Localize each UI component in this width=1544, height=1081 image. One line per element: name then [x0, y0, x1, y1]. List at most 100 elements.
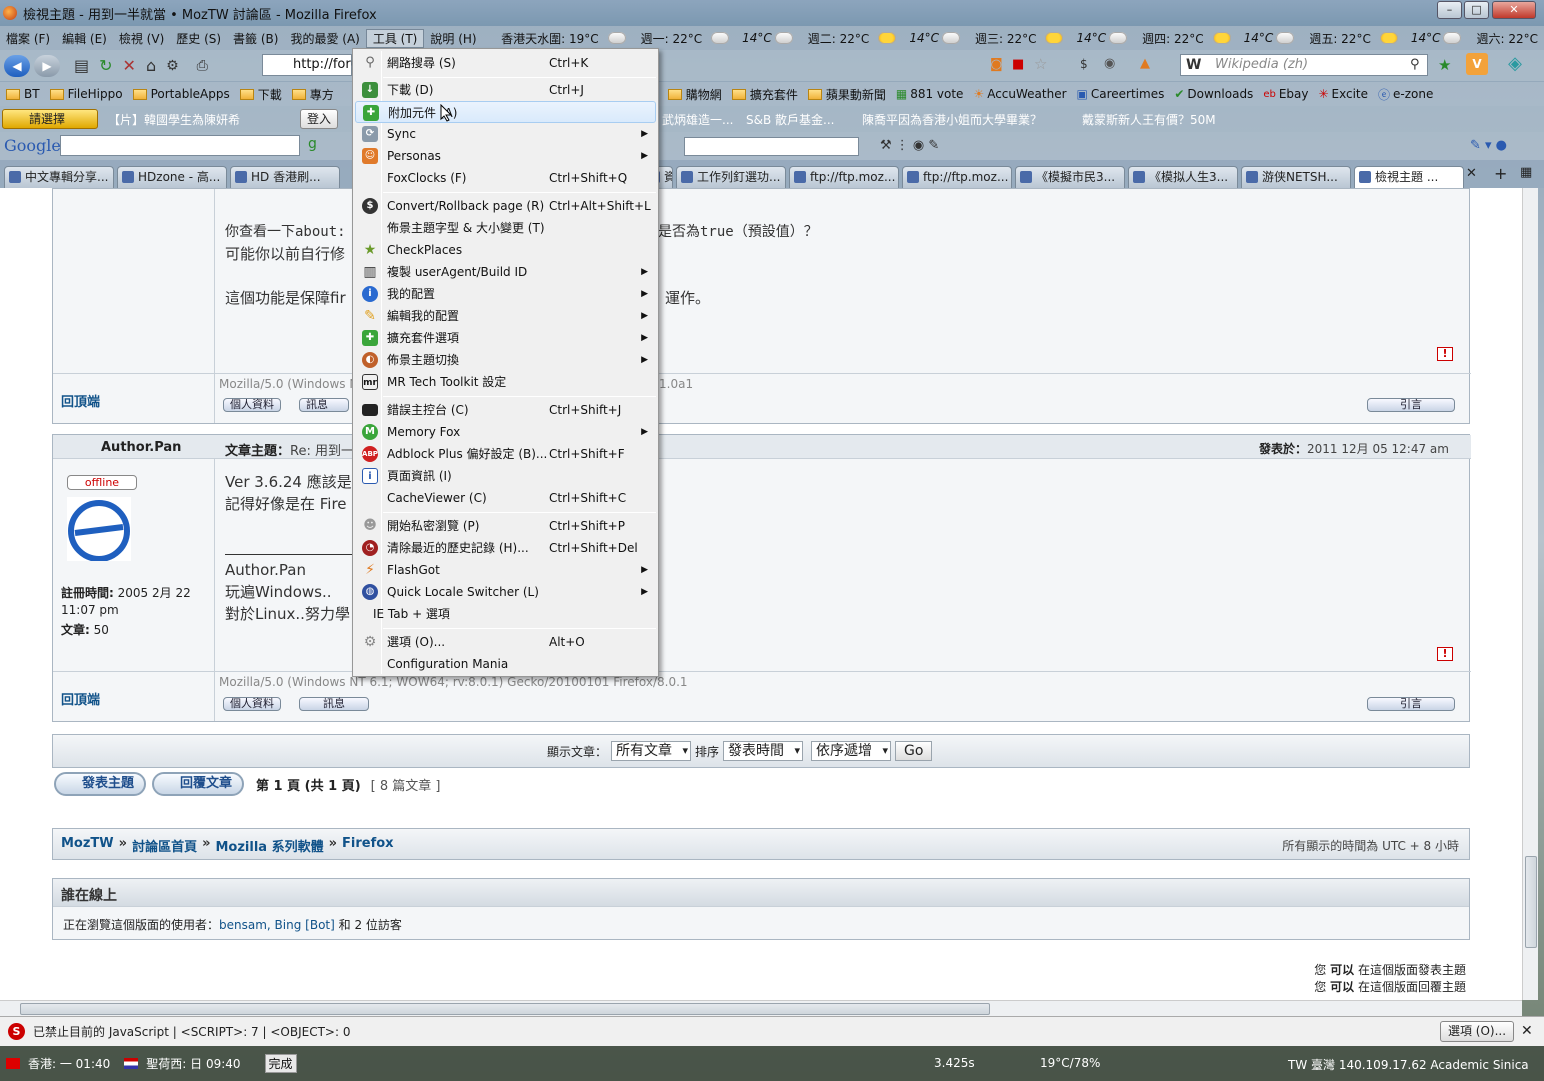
- breadcrumb-firefox[interactable]: Firefox: [342, 836, 394, 855]
- bookmark-excite[interactable]: ✳ Excite: [1318, 87, 1368, 101]
- bookmark-method[interactable]: 專方: [291, 86, 334, 103]
- back-button[interactable]: ◀: [4, 54, 30, 77]
- breadcrumb-forum-index[interactable]: 討論區首頁: [132, 836, 197, 855]
- tab-item[interactable]: HD 香港刷...: [230, 166, 340, 188]
- menu-item-web-search[interactable]: ⚲ 網路搜尋 (S) Ctrl+K: [355, 52, 656, 74]
- google-icon[interactable]: g: [308, 136, 317, 152]
- quote-button[interactable]: 引言: [1367, 697, 1455, 711]
- go-button[interactable]: Go: [895, 741, 933, 761]
- new-tab-button[interactable]: +: [1494, 164, 1507, 183]
- report-icon[interactable]: !: [1437, 347, 1453, 361]
- toolbar-tools-icon[interactable]: ⚒ ⋮ ◉ ✎: [880, 138, 939, 153]
- bookmark-careertimes[interactable]: ▣ Careertimes: [1077, 87, 1165, 101]
- menu-item-copy-useragent[interactable]: ▥ 複製 userAgent/Build ID ▶: [355, 261, 656, 283]
- pm-button[interactable]: 訊息: [299, 398, 349, 412]
- rank-icon[interactable]: ▲: [1140, 56, 1150, 71]
- order-select[interactable]: 依序遞增: [811, 741, 892, 761]
- menu-item-error-console[interactable]: 錯誤主控台 (C) Ctrl+Shift+J: [355, 399, 656, 421]
- bookmark-star-icon[interactable]: ☆: [1034, 55, 1047, 73]
- profile-button[interactable]: 個人資料: [223, 398, 281, 412]
- menu-item-foxclocks[interactable]: FoxClocks (F) Ctrl+Shift+Q: [355, 167, 656, 189]
- menu-item-configuration-mania[interactable]: Configuration Mania: [355, 653, 656, 675]
- flag-icon[interactable]: ■: [1012, 57, 1024, 72]
- quote-button[interactable]: 引言: [1367, 398, 1455, 412]
- clock-hk[interactable]: 香港: 一 01:40: [28, 1055, 110, 1072]
- menu-item-extension-options[interactable]: ✚ 擴充套件選項 ▶: [355, 327, 656, 349]
- stop-icon[interactable]: ✕: [123, 56, 136, 75]
- bookmark-extensions[interactable]: 擴充套件: [731, 86, 798, 103]
- menu-item-options[interactable]: ⚙ 選項 (O)... Alt+O: [355, 631, 656, 653]
- v-icon[interactable]: V: [1466, 53, 1488, 75]
- online-users[interactable]: bensam, Bing [Bot]: [219, 918, 335, 932]
- reload-icon[interactable]: ↻: [99, 56, 112, 75]
- tab-item[interactable]: HDzone - 高...: [117, 166, 227, 188]
- bookmark-bt[interactable]: BT: [6, 87, 40, 101]
- menu-item-my-config[interactable]: i 我的配置 ▶: [355, 283, 656, 305]
- menu-item-ie-tab-options[interactable]: IE Tab + 選項: [355, 603, 656, 625]
- rss-icon[interactable]: ◙: [990, 57, 1003, 72]
- reply-button[interactable]: 回覆文章: [152, 772, 245, 796]
- post-author[interactable]: Author.Pan: [101, 440, 181, 455]
- menu-file[interactable]: 檔案 (F): [0, 30, 56, 47]
- tab-item[interactable]: ftp://ftp.moz...: [789, 166, 899, 188]
- menu-item-theme-font-size[interactable]: 佈景主題字型 & 大小變更 (T): [355, 217, 656, 239]
- star-icon[interactable]: ★: [1438, 56, 1451, 74]
- tab-item[interactable]: ftp://ftp.moz...: [902, 166, 1012, 188]
- horizontal-scroll-thumb[interactable]: [20, 1003, 990, 1015]
- menu-bookmarks[interactable]: 書籤 (B): [227, 30, 284, 47]
- home-icon[interactable]: ⌂: [146, 56, 156, 75]
- minimize-button[interactable]: –: [1437, 1, 1462, 19]
- breadcrumb-mozilla[interactable]: Mozilla 系列軟體: [215, 836, 323, 855]
- menu-item-sync[interactable]: ⟳ Sync ▶: [355, 123, 656, 145]
- dollar-icon[interactable]: $: [1080, 57, 1088, 71]
- menu-item-flashgot[interactable]: ⚡ FlashGot ▶: [355, 559, 656, 581]
- menu-item-convert-rollback[interactable]: $ Convert/Rollback page (R) Ctrl+Alt+Shift…: [355, 195, 656, 217]
- url-bar[interactable]: http://foru: [262, 54, 359, 76]
- bookmark-accuweather[interactable]: ☀ AccuWeather: [973, 87, 1066, 101]
- clock-sj[interactable]: 聖荷西: 日 09:40: [146, 1055, 240, 1072]
- pm-button[interactable]: 訊息: [299, 697, 369, 711]
- new-topic-button[interactable]: 發表主題: [54, 772, 147, 796]
- tab-item[interactable]: 《模拟人生3...: [1128, 166, 1238, 188]
- maximize-button[interactable]: □: [1464, 1, 1489, 19]
- menu-view[interactable]: 檢視 (V): [113, 30, 170, 47]
- tab-active[interactable]: 檢視主題 ...: [1354, 166, 1464, 188]
- menu-item-quick-locale-switcher[interactable]: ◍ Quick Locale Switcher (L) ▶: [355, 581, 656, 603]
- close-tab-icon[interactable]: ✕: [1466, 166, 1477, 181]
- menu-item-personas[interactable]: ☺ Personas ▶: [355, 145, 656, 167]
- tab-item[interactable]: 《模擬市民3...: [1015, 166, 1125, 188]
- bookmark-download[interactable]: 下載: [239, 86, 282, 103]
- menu-tools[interactable]: 工具 (T): [365, 28, 425, 48]
- sort-select[interactable]: 發表時間: [723, 741, 804, 761]
- news-headline[interactable]: 【片】韓國學生為陳妍希: [108, 111, 240, 128]
- bookmark-applenews[interactable]: 蘋果動新聞: [807, 86, 886, 103]
- noscript-options-button[interactable]: 選項 (O)...: [1440, 1021, 1514, 1042]
- news-headline-3[interactable]: S&B 散戶基金...: [746, 111, 834, 128]
- back-to-top-link[interactable]: 回頂端: [61, 689, 100, 708]
- weather-bar[interactable]: 香港天水圍: 19°C 週一: 22°C 14°C 週二: 22°C 14°C …: [495, 30, 1544, 47]
- bookmark-shopping[interactable]: 購物網: [667, 86, 722, 103]
- vertical-scroll-thumb[interactable]: [1525, 856, 1537, 948]
- weather-status[interactable]: 19°C/78%: [1040, 1056, 1100, 1070]
- vertical-scrollbar[interactable]: [1522, 188, 1538, 1000]
- noscript-icon[interactable]: S: [8, 1023, 25, 1040]
- news-headline-5[interactable]: 戴蒙斯新人王有價？50M: [1082, 111, 1216, 128]
- back-to-top-link[interactable]: 回頂端: [61, 391, 100, 410]
- report-icon[interactable]: !: [1437, 647, 1453, 661]
- bookmark-downloads[interactable]: ✔ Downloads: [1174, 87, 1253, 101]
- breadcrumb-home[interactable]: MozTW: [61, 836, 114, 855]
- list-all-tabs-button[interactable]: ▦: [1520, 165, 1532, 180]
- menu-item-clear-history[interactable]: ◔ 清除最近的歷史記錄 (H)... Ctrl+Shift+Del: [355, 537, 656, 559]
- profile-button[interactable]: 個人資料: [223, 697, 281, 711]
- news-headline-2[interactable]: 武炳雄造一...: [662, 111, 733, 128]
- menu-item-adblock-plus[interactable]: ABP Adblock Plus 偏好設定 (B)... Ctrl+Shift+F: [355, 443, 656, 465]
- addon-icon[interactable]: ◉: [1104, 56, 1115, 71]
- menu-item-mrtech-settings[interactable]: mr MR Tech Toolkit 設定: [355, 371, 656, 393]
- close-statusbar-icon[interactable]: ✕: [1521, 1023, 1533, 1039]
- diamond-icon[interactable]: ◈: [1504, 53, 1526, 75]
- search-icon[interactable]: ⚲: [1410, 57, 1420, 72]
- tab-item[interactable]: 游侠NETSH...: [1241, 166, 1351, 188]
- bookmark-881vote[interactable]: ▦ 881 vote: [896, 87, 964, 101]
- ip-location[interactable]: TW 臺灣 140.109.17.62 Academic Sinica: [1288, 1056, 1529, 1073]
- display-select[interactable]: 所有文章: [611, 741, 692, 761]
